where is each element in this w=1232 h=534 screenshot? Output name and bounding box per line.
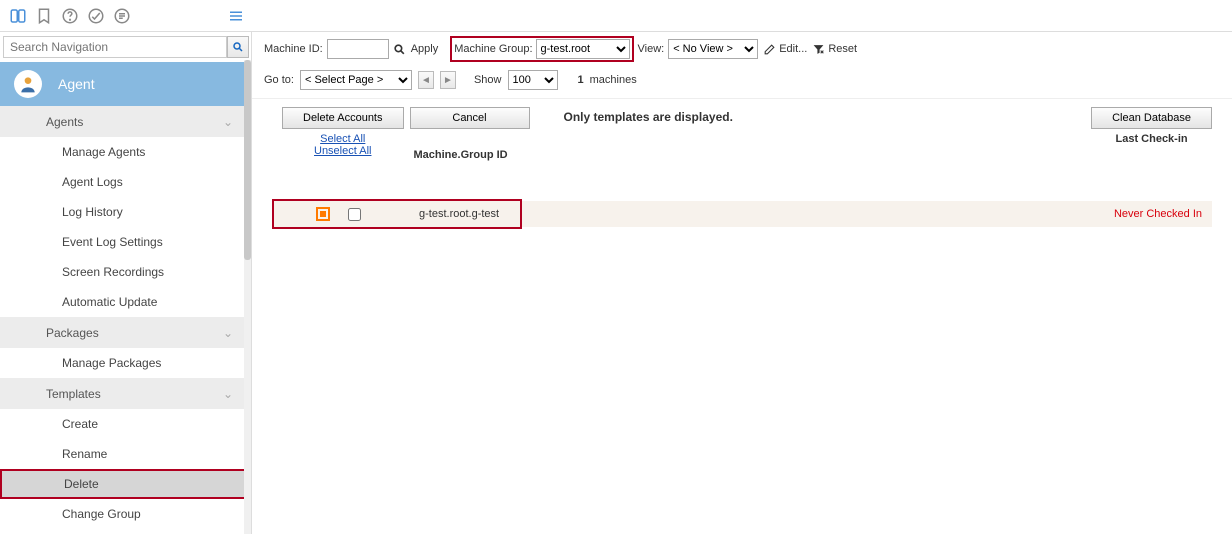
scrollbar-thumb[interactable] [244, 60, 251, 260]
machine-group-label: Machine Group: [454, 43, 532, 55]
nav-section-agents[interactable]: Agents ⌄ [0, 106, 251, 137]
view-label: View: [638, 43, 665, 55]
agent-avatar-icon [14, 70, 42, 98]
edit-icon [762, 42, 776, 56]
content-area: Machine ID: Apply Machine Group: g-test.… [252, 32, 1232, 534]
machine-id-label: Machine ID: [264, 43, 323, 55]
next-page-button[interactable]: ► [440, 71, 456, 89]
prev-page-button[interactable]: ◄ [418, 71, 434, 89]
chevron-down-icon: ⌄ [223, 387, 233, 401]
filter-reset-icon [811, 42, 825, 56]
chevron-down-icon: ⌄ [223, 115, 233, 129]
table-row[interactable]: g-test.root.g-test Never Checked In [272, 201, 1212, 227]
show-label: Show [474, 74, 502, 86]
nav-item-create[interactable]: Create [0, 409, 251, 439]
delete-accounts-button[interactable]: Delete Accounts [282, 107, 404, 129]
goto-label: Go to: [264, 74, 294, 86]
row-checkbox[interactable] [348, 208, 361, 221]
filter-bar: Machine ID: Apply Machine Group: g-test.… [252, 32, 1232, 66]
apply-button[interactable]: Apply [411, 43, 439, 55]
goto-select[interactable]: < Select Page > [300, 70, 412, 90]
help-icon[interactable] [58, 4, 82, 28]
column-last-checkin: Last Check-in [1115, 133, 1187, 145]
nav-item-agent-logs[interactable]: Agent Logs [0, 167, 251, 197]
sidebar: Agent Agents ⌄ Manage Agents Agent Logs … [0, 32, 252, 534]
module-header[interactable]: Agent [0, 62, 251, 106]
view-select[interactable]: < No View > [668, 39, 758, 59]
status-icon[interactable] [84, 4, 108, 28]
nav-item-log-history[interactable]: Log History [0, 197, 251, 227]
paging-bar: Go to: < Select Page > ◄ ► Show 100 1 ma… [252, 66, 1232, 99]
machine-group-select[interactable]: g-test.root [536, 39, 630, 59]
nav-section-templates[interactable]: Templates ⌄ [0, 378, 251, 409]
machine-id-input[interactable] [327, 39, 389, 59]
action-bar: Delete Accounts Select All Unselect All … [252, 99, 1232, 161]
row-machine-name: g-test.root.g-test [419, 208, 499, 220]
cancel-button[interactable]: Cancel [410, 107, 530, 129]
machine-count: 1 [578, 74, 584, 86]
bookmark-icon[interactable] [32, 4, 56, 28]
search-input[interactable] [3, 36, 227, 58]
column-machine-group: Machine.Group ID [414, 149, 508, 161]
nav-item-automatic-update[interactable]: Automatic Update [0, 287, 251, 317]
clean-database-button[interactable]: Clean Database [1091, 107, 1212, 129]
search-button[interactable] [227, 36, 249, 58]
machine-count-label: machines [590, 74, 637, 86]
notes-icon[interactable] [110, 4, 134, 28]
show-select[interactable]: 100 [508, 70, 558, 90]
template-status-icon [316, 207, 330, 221]
data-table: g-test.root.g-test Never Checked In [272, 201, 1212, 227]
templates-notice: Only templates are displayed. [564, 110, 733, 124]
row-checkin-status: Never Checked In [1114, 208, 1202, 220]
nav-section-label: Packages [46, 326, 99, 340]
nav-item-change-group[interactable]: Change Group [0, 499, 251, 529]
nav-section-packages[interactable]: Packages ⌄ [0, 317, 251, 348]
reset-button[interactable]: Reset [811, 42, 857, 56]
machine-group-highlight: Machine Group: g-test.root [450, 36, 633, 62]
nav-item-event-log-settings[interactable]: Event Log Settings [0, 227, 251, 257]
menu-icon[interactable] [224, 4, 248, 28]
nav-item-rename[interactable]: Rename [0, 439, 251, 469]
sidebar-toggle-icon[interactable] [6, 4, 30, 28]
chevron-down-icon: ⌄ [223, 326, 233, 340]
nav-item-manage-packages[interactable]: Manage Packages [0, 348, 251, 378]
nav-item-screen-recordings[interactable]: Screen Recordings [0, 257, 251, 287]
nav-item-manage-agents[interactable]: Manage Agents [0, 137, 251, 167]
unselect-all-link[interactable]: Unselect All [314, 145, 371, 157]
edit-button[interactable]: Edit... [762, 42, 807, 56]
search-icon[interactable] [393, 42, 407, 56]
nav-item-delete[interactable]: Delete [0, 469, 251, 499]
select-all-link[interactable]: Select All [320, 133, 365, 145]
nav-section-label: Agents [46, 115, 83, 129]
nav-section-label: Templates [46, 387, 101, 401]
module-title: Agent [58, 76, 95, 92]
top-toolbar [0, 0, 1232, 32]
